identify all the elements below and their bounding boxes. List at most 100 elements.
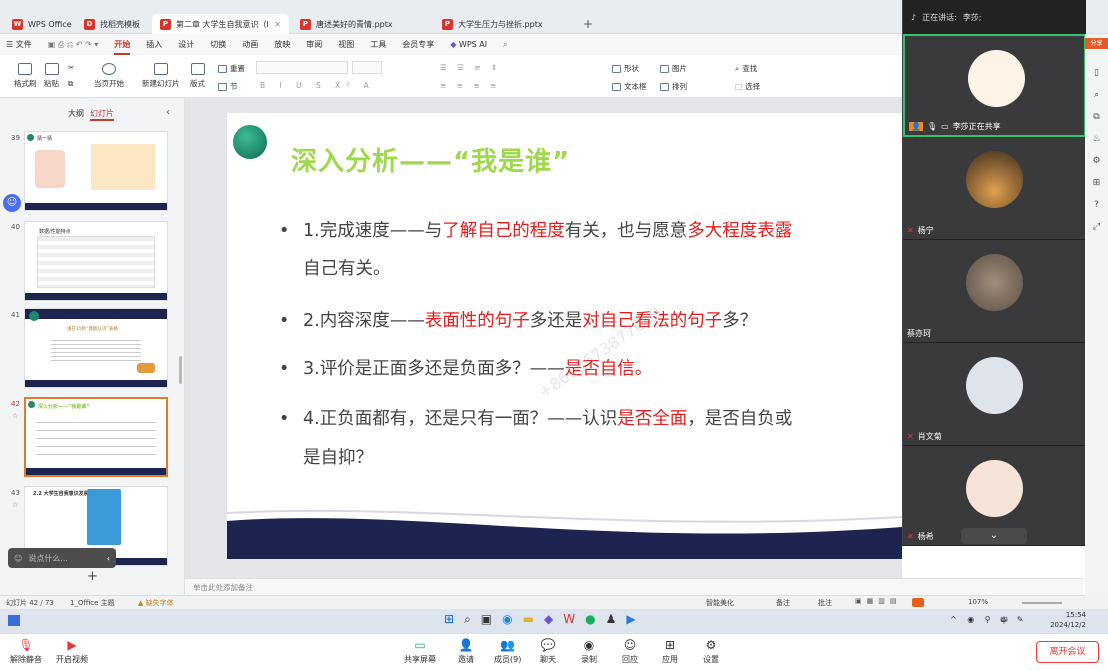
quick-access-toolbar[interactable]: ▣ ⎙ ⎌ ↶ ↷ ▾ [40,40,107,50]
paste-button[interactable]: 粘贴 [44,63,59,89]
new-tab-button[interactable]: + [575,14,603,34]
arrange-button[interactable]: 排列 [660,81,687,92]
chat-button[interactable]: 💬 聊天 [540,638,556,665]
comments-toggle[interactable]: 批注 [818,598,832,608]
font-style-buttons[interactable]: B I U S X² A [260,81,375,90]
menu-file[interactable]: ☰ 文件 [0,39,40,50]
leave-meeting-button[interactable]: 离开会议 [1036,641,1099,663]
ime-indicator[interactable]: 中 [1000,615,1008,626]
tab-outline[interactable]: 大纲 [68,108,84,119]
meeting-app-icon[interactable]: ▶ [626,612,635,627]
participant-tile[interactable]: 👤 🎙 ▭ 李莎正在共享 [903,34,1086,137]
send-icon[interactable]: ‹ [107,554,110,563]
side-tools[interactable]: ▯ ⌕ ⧉ ♨ ⚙ ⊞? ⤢ [1090,62,1103,238]
copilot-icon[interactable]: ◆ [544,612,553,627]
star-icon[interactable]: ☆ [12,501,18,509]
widgets-icon[interactable] [8,615,20,626]
participant-tile[interactable]: ✕ 杨希 ⌄ [903,446,1086,546]
menu-design[interactable]: 设计 [170,39,202,50]
penguin-app-icon[interactable]: ♟ [606,612,617,627]
tab-template[interactable]: D 找稻壳模板 [76,14,148,34]
font-size-select[interactable] [352,61,382,74]
reaction-button[interactable]: ☺ 回应 [622,638,638,665]
speaker-icon: ♪ [911,12,917,22]
smart-beautify-button[interactable]: 智能美化 [706,598,734,608]
menu-slideshow[interactable]: 放映 [266,39,298,50]
slide-thumbnail[interactable]: 猜一猜 [24,131,168,211]
zoom-slider[interactable] [1022,602,1062,604]
participant-tile[interactable]: 蔡亦珂 [903,240,1086,343]
tab-file2[interactable]: P 唐述美好的青情.pptx [292,14,430,34]
slide-thumbnail[interactable]: 数据/性能特点 [24,221,168,301]
notes-pane[interactable]: 单击此处添加备注 [185,578,1083,595]
shape-button[interactable]: 形状 [612,63,639,74]
font-family-select[interactable] [256,61,348,74]
add-slide-button[interactable]: + [87,569,98,584]
reset-button[interactable]: 重置 [218,63,245,74]
green-app-icon[interactable]: ● [585,612,595,627]
system-tray[interactable]: ^ ◉ ⚲ ⌂ ✎ [950,615,1028,624]
chat-input[interactable]: ☺ 说点什么... ‹ [8,548,116,568]
new-slide-button[interactable]: 新建幻灯片 [142,63,180,89]
mic-muted-icon: ✕ [907,532,914,541]
wps-taskbar-icon[interactable]: W [563,612,575,627]
record-button[interactable]: ◉ 录制 [581,638,597,665]
collapse-panel-icon[interactable]: ‹ [166,107,170,118]
tab-close-icon[interactable]: ✕ [274,20,281,29]
start-slideshow-button[interactable]: 当页开始 [94,63,124,89]
menu-home[interactable]: 开始 [106,39,138,55]
missing-font-indicator[interactable]: ▲ 缺失字体 [138,598,174,608]
tab-wps-office[interactable]: W WPS Office [4,14,72,34]
menu-view[interactable]: 视图 [330,39,362,50]
slide-thumbnail[interactable]: 请在15秒“我能认识”表格 [24,308,168,388]
share-button[interactable]: 分享 [1085,38,1108,49]
current-slide[interactable]: 深入分析——“我是谁” • 1.完成速度——与了解自己的程度有关，也与愿意多大程… [227,113,902,559]
menu-review[interactable]: 审阅 [298,39,330,50]
select-button[interactable]: ⬚ 选择 [735,81,760,92]
ai-assistant-icon[interactable]: ☺ [3,194,21,212]
star-icon[interactable]: ☆ [12,412,18,420]
start-video-button[interactable]: ▶ 开启视频 [56,638,88,665]
unmute-button[interactable]: 🎙 解除静音 [10,638,42,665]
menu-wps-ai[interactable]: ◆ WPS AI [442,40,495,49]
format-painter-button[interactable]: 格式刷 [14,63,37,89]
menu-member[interactable]: 会员专享 [394,39,442,50]
search-icon[interactable]: ⌕ [495,40,515,50]
section-button[interactable]: 节 [218,81,238,92]
tab-slides[interactable]: 幻灯片 [90,108,114,121]
participant-tile[interactable]: ✕ 杨宁 [903,137,1086,240]
invite-button[interactable]: 👤 邀请 [458,638,474,665]
settings-button[interactable]: ⚙ 设置 [703,638,719,665]
menu-insert[interactable]: 插入 [138,39,170,50]
menu-tools[interactable]: 工具 [362,39,394,50]
panel-scrollbar[interactable] [179,356,182,384]
participant-tile[interactable]: ✕ 肖文菊 [903,343,1086,446]
tab-file3[interactable]: P 大学生压力与挫折.pptx [434,14,572,34]
emoji-icon[interactable]: ☺ [14,554,22,563]
menu-transition[interactable]: 切换 [202,39,234,50]
play-slideshow-icon[interactable] [912,598,924,607]
share-screen-button[interactable]: ▭ 共享屏幕 [404,638,436,665]
scroll-down-icon[interactable]: ⌄ [961,528,1027,544]
find-button[interactable]: ⌕ 查找 [735,63,757,74]
members-button[interactable]: 👥 成员(9) [494,638,521,665]
copy-icon[interactable]: ⧉ [68,79,73,89]
file-explorer-icon[interactable]: ▬ [523,612,534,627]
textbox-button[interactable]: 文本框 [612,81,647,92]
view-mode-buttons[interactable]: ▣▦▥▤ [855,597,901,605]
paragraph-buttons[interactable]: ☰ ☰ ≡ ⇕ [440,63,501,72]
picture-button[interactable]: 图片 [660,63,687,74]
align-buttons[interactable]: ≡ ≡ ≡ ≡ [440,81,500,90]
search-icon[interactable]: ⌕ [464,612,471,627]
apps-button[interactable]: ⊞ 应用 [662,638,678,665]
cut-icon[interactable]: ✂ [68,63,74,72]
tab-chapter2[interactable]: P 第二章 大学生自我意识（lisa） ✕ [152,14,289,34]
menu-animation[interactable]: 动画 [234,39,266,50]
clock[interactable]: 15:54 [1046,611,1086,619]
windows-start-icon[interactable]: ⊞ [444,612,454,627]
edge-icon[interactable]: ◉ [502,612,512,627]
task-view-icon[interactable]: ▣ [481,612,492,627]
layout-button[interactable]: 版式 [190,63,205,89]
slide-thumbnail-selected[interactable]: 深入分析——“我是谁” [24,397,168,477]
notes-toggle[interactable]: 备注 [776,598,790,608]
